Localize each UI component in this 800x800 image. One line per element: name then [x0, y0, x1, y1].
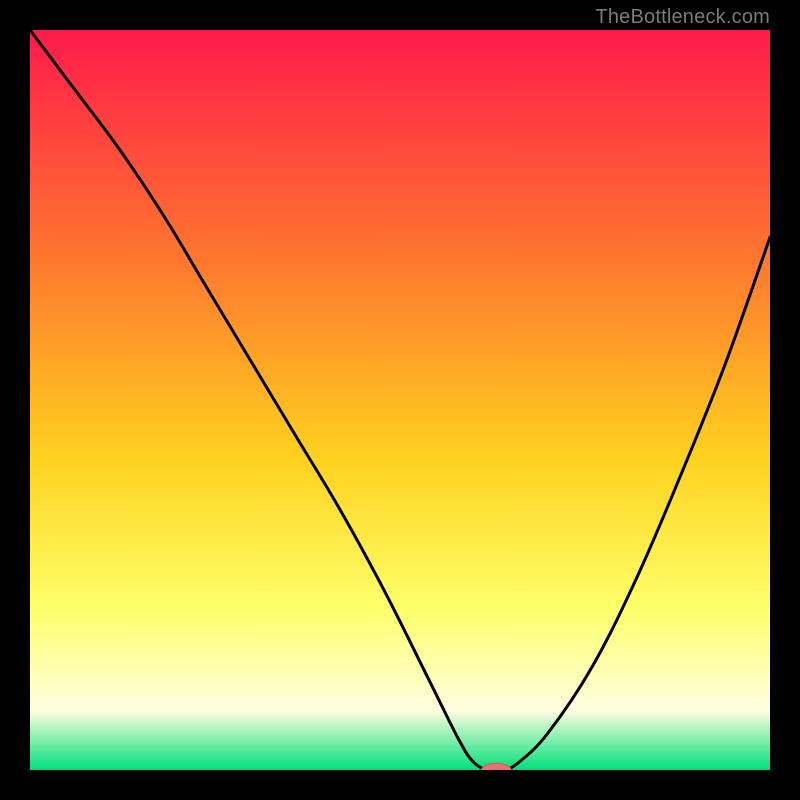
gradient-background: [30, 30, 770, 770]
bottleneck-chart: [30, 30, 770, 770]
watermark-text: TheBottleneck.com: [595, 6, 770, 29]
chart-frame: TheBottleneck.com: [0, 0, 800, 800]
plot-area: [30, 30, 770, 770]
